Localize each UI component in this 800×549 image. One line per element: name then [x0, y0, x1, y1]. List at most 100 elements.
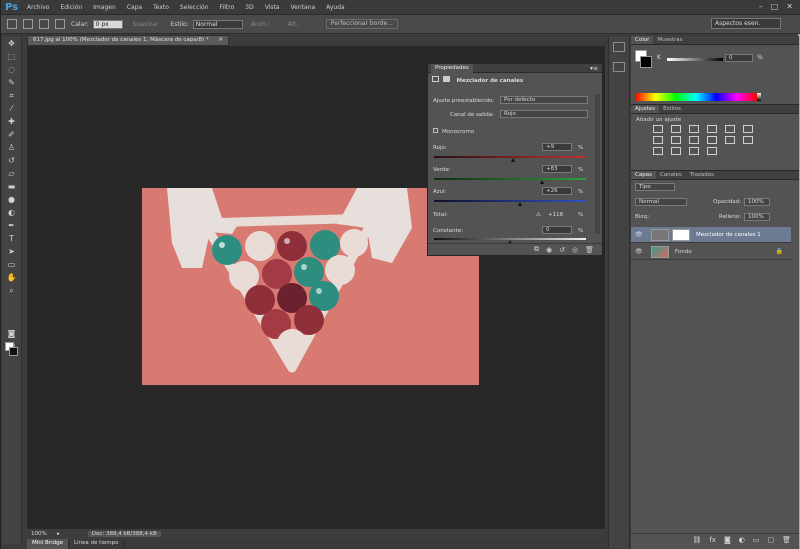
selective-color-icon[interactable]	[707, 147, 717, 155]
character-panel-icon[interactable]	[613, 62, 625, 72]
layer-row-channel-mixer[interactable]: 👁 Mezclador de canales 1	[631, 227, 791, 243]
maximize-button[interactable]: □	[771, 2, 779, 11]
menu-archivo[interactable]: Archivo	[27, 4, 49, 11]
exposure-icon[interactable]	[707, 125, 717, 133]
crop-tool-icon[interactable]: ⌗	[5, 90, 19, 101]
panel-menu-icon[interactable]: ▾≡	[590, 65, 598, 72]
document-tab[interactable]: 617.jpg al 100% (Mezclador de canales 1,…	[27, 35, 229, 46]
vibrance-icon[interactable]	[725, 125, 735, 133]
channel-mixer-icon[interactable]	[707, 136, 717, 144]
red-slider-knob[interactable]	[511, 158, 516, 162]
tab-styles[interactable]: Estilos	[659, 105, 685, 113]
tab-swatches[interactable]: Muestras	[653, 36, 686, 44]
zoom-level[interactable]: 100%	[31, 531, 57, 537]
menu-imagen[interactable]: Imagen	[93, 4, 116, 11]
fill-input[interactable]: 100%	[744, 213, 770, 221]
new-selection-icon[interactable]	[23, 19, 33, 29]
marquee-tool-icon[interactable]: ⬚	[5, 51, 19, 62]
marquee-tool-preset-icon[interactable]	[7, 19, 17, 29]
curves-icon[interactable]	[689, 125, 699, 133]
tab-timeline[interactable]: Línea de tiempo	[69, 539, 125, 549]
quick-select-tool-icon[interactable]: ✎	[5, 77, 19, 88]
green-slider[interactable]	[434, 178, 586, 180]
properties-scrollbar[interactable]	[595, 94, 600, 234]
tab-channels[interactable]: Canales	[656, 171, 686, 179]
red-value-input[interactable]: +9	[542, 143, 572, 151]
style-select[interactable]: Normal	[192, 19, 243, 29]
close-tab-icon[interactable]: ✕	[218, 37, 223, 43]
monochrome-checkbox[interactable]: Monocromo	[433, 128, 474, 135]
blue-slider[interactable]	[434, 200, 586, 202]
minimize-button[interactable]: –	[759, 2, 763, 11]
intersect-selection-icon[interactable]	[55, 19, 65, 29]
type-tool-icon[interactable]: T	[5, 233, 19, 244]
green-value-input[interactable]: +83	[542, 165, 572, 173]
menu-filtro[interactable]: Filtro	[220, 4, 235, 11]
view-previous-icon[interactable]: ◉	[546, 246, 552, 254]
layer-filter-select[interactable]: Tipo	[635, 183, 675, 191]
bg-color-swatch[interactable]	[640, 56, 652, 68]
menu-seleccion[interactable]: Selección	[180, 4, 209, 11]
k-slider[interactable]	[667, 58, 723, 61]
path-select-tool-icon[interactable]: ➤	[5, 246, 19, 257]
eyedropper-tool-icon[interactable]: ⁄	[5, 103, 19, 114]
menu-3d[interactable]: 3D	[245, 4, 253, 11]
feather-input[interactable]: 0 px	[92, 19, 123, 29]
tab-mini-bridge[interactable]: Mini Bridge	[27, 539, 69, 549]
menu-edicion[interactable]: Edición	[60, 4, 82, 11]
clone-stamp-tool-icon[interactable]: ♙	[5, 142, 19, 153]
visibility-icon[interactable]: ◎	[572, 246, 578, 254]
refine-edge-button[interactable]: Perfeccionar borde...	[325, 19, 398, 29]
zoom-tool-icon[interactable]: ⌕	[5, 285, 19, 296]
menu-vista[interactable]: Vista	[265, 4, 280, 11]
new-adjustment-icon[interactable]: ◐	[739, 536, 745, 544]
blue-value-input[interactable]: +26	[542, 187, 572, 195]
menu-ventana[interactable]: Ventana	[290, 4, 315, 11]
hue-saturation-icon[interactable]	[743, 125, 753, 133]
levels-icon[interactable]	[671, 125, 681, 133]
eye-icon[interactable]: 👁	[635, 231, 645, 238]
tab-paths[interactable]: Trazados	[686, 171, 718, 179]
brightness-icon[interactable]	[653, 125, 663, 133]
threshold-icon[interactable]	[671, 147, 681, 155]
status-menu-icon[interactable]: ▸	[57, 531, 60, 537]
gradient-tool-icon[interactable]: ▬	[5, 181, 19, 192]
invert-icon[interactable]	[743, 136, 753, 144]
preset-select[interactable]: Por defecto	[500, 96, 588, 104]
tab-color[interactable]: Color	[631, 36, 654, 44]
close-button[interactable]: ✕	[786, 2, 793, 11]
clip-to-layer-icon[interactable]: ⧉	[534, 245, 539, 254]
color-spectrum[interactable]	[635, 93, 757, 101]
layer-style-icon[interactable]: fx	[709, 536, 716, 544]
gradient-map-icon[interactable]	[689, 147, 699, 155]
green-slider-knob[interactable]	[539, 180, 544, 184]
brush-tool-icon[interactable]: ✐	[5, 129, 19, 140]
dodge-tool-icon[interactable]: ◐	[5, 207, 19, 218]
healing-tool-icon[interactable]: ✚	[5, 116, 19, 127]
eye-icon[interactable]: 👁	[635, 248, 645, 255]
link-layers-icon[interactable]: ⛓	[692, 536, 701, 544]
output-channel-select[interactable]: Rojo	[500, 110, 588, 118]
quick-mask-icon[interactable]: ◙	[5, 328, 19, 339]
hand-tool-icon[interactable]: ✋	[5, 272, 19, 283]
black-white-ramp[interactable]	[757, 93, 761, 101]
layer-row-background[interactable]: 👁 Fondo 🔒	[631, 244, 791, 260]
reset-icon[interactable]: ↺	[559, 246, 565, 254]
add-selection-icon[interactable]	[39, 19, 49, 29]
color-lookup-icon[interactable]	[725, 136, 735, 144]
lasso-tool-icon[interactable]: ◌	[5, 64, 19, 75]
color-balance-icon[interactable]	[653, 136, 663, 144]
history-panel-icon[interactable]	[613, 42, 625, 52]
move-tool-icon[interactable]: ✥	[5, 38, 19, 49]
blur-tool-icon[interactable]: ●	[5, 194, 19, 205]
tab-adjustments[interactable]: Ajustes	[631, 105, 660, 113]
delete-layer-icon[interactable]: 🗑	[782, 536, 791, 544]
eraser-tool-icon[interactable]: ▱	[5, 168, 19, 179]
red-slider[interactable]	[434, 156, 586, 158]
add-mask-icon[interactable]: ◙	[724, 536, 731, 544]
antialias-checkbox[interactable]: Suavizar	[133, 21, 159, 28]
tab-layers[interactable]: Capas	[631, 171, 656, 179]
photo-filter-icon[interactable]	[689, 136, 699, 144]
menu-texto[interactable]: Texto	[153, 4, 169, 11]
new-group-icon[interactable]: ▭	[753, 536, 760, 544]
